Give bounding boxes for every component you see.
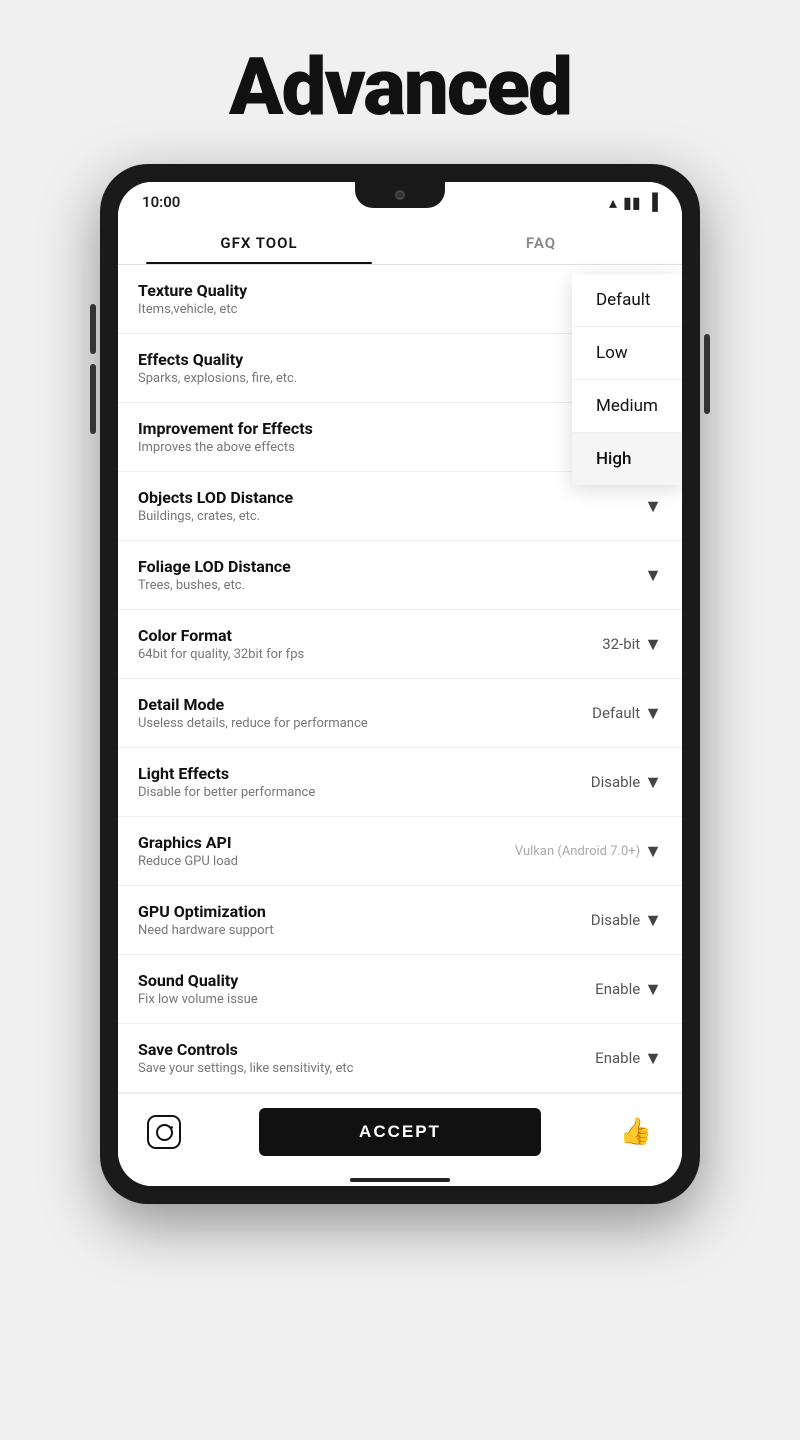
home-bar: [350, 1178, 450, 1182]
setting-row-foliage-lod: Foliage LOD Distance Trees, bushes, etc.…: [118, 541, 682, 610]
phone-screen: 10:00 ▴ ▮▮ ▐ GFX TOOL FAQ Tex: [118, 182, 682, 1186]
texture-quality-title: Texture Quality: [138, 281, 582, 300]
accept-button[interactable]: ACCEPT: [259, 1108, 541, 1156]
graphics-api-arrow: ▼: [644, 841, 662, 862]
light-effects-title: Light Effects: [138, 764, 581, 783]
detail-mode-arrow: ▼: [644, 703, 662, 724]
tab-gfx-tool[interactable]: GFX TOOL: [118, 218, 400, 264]
foliage-lod-subtitle: Trees, bushes, etc.: [138, 578, 634, 593]
objects-lod-arrow: ▼: [644, 496, 662, 517]
dropdown-item-low[interactable]: Low: [572, 327, 682, 380]
effects-quality-title: Effects Quality: [138, 350, 634, 369]
improvement-effects-subtitle: Improves the above effects: [138, 440, 634, 455]
sound-quality-arrow: ▼: [644, 979, 662, 1000]
power-button[interactable]: [704, 334, 710, 414]
save-controls-subtitle: Save your settings, like sensitivity, et…: [138, 1061, 585, 1076]
color-format-subtitle: 64bit for quality, 32bit for fps: [138, 647, 592, 662]
color-format-arrow: ▼: [644, 634, 662, 655]
tab-bar: GFX TOOL FAQ: [118, 218, 682, 265]
status-time: 10:00: [142, 193, 180, 211]
tab-faq[interactable]: FAQ: [400, 218, 682, 264]
save-controls-title: Save Controls: [138, 1040, 585, 1059]
light-effects-arrow: ▼: [644, 772, 662, 793]
instagram-icon: [147, 1115, 181, 1149]
home-indicator: [118, 1170, 682, 1186]
phone-shell: 10:00 ▴ ▮▮ ▐ GFX TOOL FAQ Tex: [100, 164, 700, 1204]
light-effects-control[interactable]: Disable ▼: [591, 772, 662, 793]
bottom-bar: ACCEPT 👍: [118, 1093, 682, 1170]
gpu-optimization-title: GPU Optimization: [138, 902, 581, 921]
front-camera: [395, 190, 405, 200]
battery-icon: ▐: [647, 192, 658, 212]
setting-row-sound-quality: Sound Quality Fix low volume issue Enabl…: [118, 955, 682, 1024]
status-bar: 10:00 ▴ ▮▮ ▐: [118, 182, 682, 218]
instagram-button[interactable]: [142, 1110, 186, 1154]
color-format-title: Color Format: [138, 626, 592, 645]
effects-quality-subtitle: Sparks, explosions, fire, etc.: [138, 371, 634, 386]
light-effects-subtitle: Disable for better performance: [138, 785, 581, 800]
setting-row-detail-mode: Detail Mode Useless details, reduce for …: [118, 679, 682, 748]
signal-icon: ▮▮: [623, 193, 641, 212]
dropdown-item-high[interactable]: High: [572, 433, 682, 485]
setting-row-effects-quality: Effects Quality Sparks, explosions, fire…: [118, 334, 682, 403]
objects-lod-control[interactable]: ▼: [644, 496, 662, 517]
gpu-optimization-arrow: ▼: [644, 910, 662, 931]
thumbs-up-icon: 👍: [620, 1117, 652, 1147]
status-icons: ▴ ▮▮ ▐: [609, 192, 658, 212]
color-format-control[interactable]: 32-bit ▼: [602, 634, 662, 655]
graphics-api-title: Graphics API: [138, 833, 505, 852]
setting-row-save-controls: Save Controls Save your settings, like s…: [118, 1024, 682, 1093]
setting-row-light-effects: Light Effects Disable for better perform…: [118, 748, 682, 817]
setting-row-gpu-optimization: GPU Optimization Need hardware support D…: [118, 886, 682, 955]
gpu-optimization-control[interactable]: Disable ▼: [591, 910, 662, 931]
detail-mode-subtitle: Useless details, reduce for performance: [138, 716, 582, 731]
detail-mode-control[interactable]: Default ▼: [592, 703, 662, 724]
effects-quality-dropdown: Default Low Medium High: [572, 274, 682, 485]
page-title: Advanced: [229, 40, 571, 134]
graphics-api-control[interactable]: Vulkan (Android 7.0+) ▼: [515, 841, 662, 862]
wifi-icon: ▴: [609, 193, 617, 212]
notch: [355, 182, 445, 208]
improvement-effects-title: Improvement for Effects: [138, 419, 634, 438]
sound-quality-control[interactable]: Enable ▼: [595, 979, 662, 1000]
detail-mode-title: Detail Mode: [138, 695, 582, 714]
volume-down-button[interactable]: [90, 364, 96, 434]
save-controls-arrow: ▼: [644, 1048, 662, 1069]
sound-quality-subtitle: Fix low volume issue: [138, 992, 585, 1007]
save-controls-control[interactable]: Enable ▼: [595, 1048, 662, 1069]
setting-row-color-format: Color Format 64bit for quality, 32bit fo…: [118, 610, 682, 679]
dropdown-item-medium[interactable]: Medium: [572, 380, 682, 433]
objects-lod-subtitle: Buildings, crates, etc.: [138, 509, 634, 524]
foliage-lod-title: Foliage LOD Distance: [138, 557, 634, 576]
setting-row-graphics-api: Graphics API Reduce GPU load Vulkan (And…: [118, 817, 682, 886]
objects-lod-title: Objects LOD Distance: [138, 488, 634, 507]
settings-list: Texture Quality Items,vehicle, etc Defau…: [118, 265, 682, 1093]
texture-quality-subtitle: Items,vehicle, etc: [138, 302, 582, 317]
gpu-optimization-subtitle: Need hardware support: [138, 923, 581, 938]
graphics-api-subtitle: Reduce GPU load: [138, 854, 505, 869]
volume-up-button[interactable]: [90, 304, 96, 354]
foliage-lod-arrow: ▼: [644, 565, 662, 586]
dropdown-item-default[interactable]: Default: [572, 274, 682, 327]
sound-quality-title: Sound Quality: [138, 971, 585, 990]
foliage-lod-control[interactable]: ▼: [644, 565, 662, 586]
thumbs-up-button[interactable]: 👍: [614, 1110, 658, 1154]
